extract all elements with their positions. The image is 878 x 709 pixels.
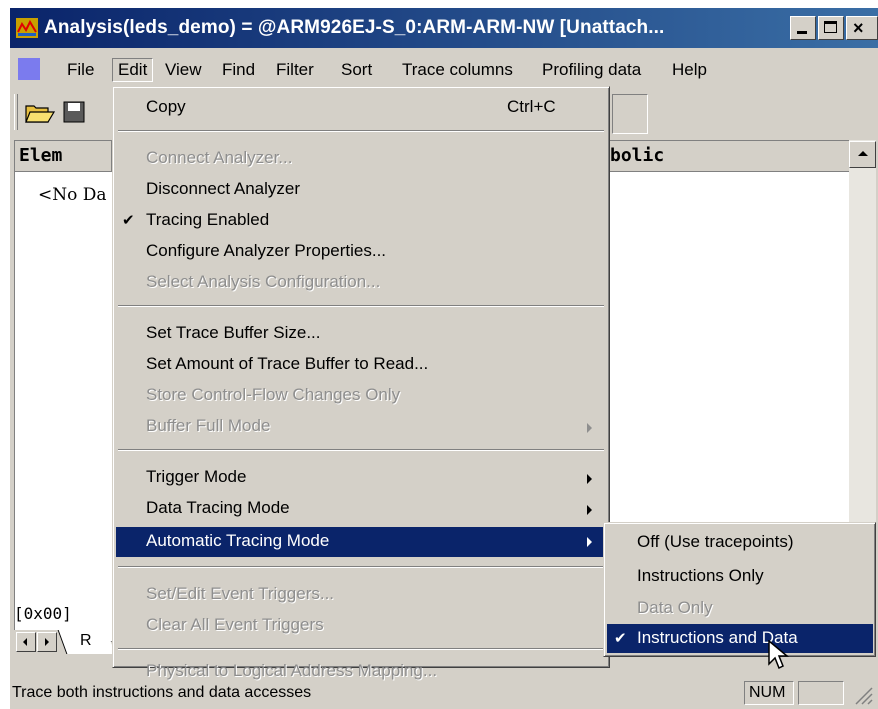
edit-menu: [112, 86, 610, 668]
maximize-button[interactable]: [818, 16, 844, 40]
arrow-left-icon: [23, 638, 27, 646]
menu-filter[interactable]: Filter: [276, 60, 314, 80]
menu-item-disconnect-analyzer[interactable]: Disconnect Analyzer: [146, 179, 300, 199]
menu-item-set-edit-triggers: Set/Edit Event Triggers...: [146, 584, 335, 603]
arrow-right-icon: [45, 638, 49, 646]
menu-help[interactable]: Help: [672, 60, 707, 80]
menu-item-data-tracing-mode[interactable]: Data Tracing Mode: [146, 498, 290, 518]
menu-item-tracing-enabled[interactable]: Tracing Enabled: [146, 210, 269, 230]
menu-find[interactable]: Find: [222, 60, 255, 80]
menu-item-store-control-flow: Store Control-Flow Changes Only: [146, 385, 401, 404]
menu-item-configure-properties[interactable]: Configure Analyzer Properties...: [146, 241, 386, 261]
menu-item-trigger-mode[interactable]: Trigger Mode: [146, 467, 246, 487]
status-pane-empty: [798, 681, 844, 705]
submenu-item-off[interactable]: Off (Use tracepoints): [637, 532, 794, 552]
toolbar-field[interactable]: [612, 94, 648, 134]
submenu-item-instructions-only[interactable]: Instructions Only: [637, 566, 764, 586]
menu-item-automatic-tracing-mode[interactable]: Automatic Tracing Mode: [146, 531, 329, 551]
save-button[interactable]: [58, 96, 92, 128]
open-folder-icon: [25, 105, 56, 123]
tab-r-label: R: [80, 632, 92, 649]
menu-separator: [118, 648, 604, 650]
address-label: [0x00]: [14, 604, 72, 623]
menu-item-buffer-full-mode: Buffer Full Mode: [146, 416, 271, 435]
num-lock-indicator: NUM: [744, 681, 794, 705]
resize-grip-icon[interactable]: [852, 684, 874, 706]
menu-item-set-buffer-size[interactable]: Set Trace Buffer Size...: [146, 323, 321, 343]
submenu-arrow-icon: [587, 537, 592, 547]
menu-item-set-amount[interactable]: Set Amount of Trace Buffer to Read...: [146, 354, 428, 374]
status-text: Trace both instructions and data accesse…: [12, 684, 312, 701]
menu-edit[interactable]: Edit: [112, 58, 154, 82]
checkmark-icon: ✔: [614, 630, 627, 647]
no-data-text: <No Da: [38, 185, 107, 205]
menu-view[interactable]: View: [165, 60, 202, 80]
minimize-icon: [797, 31, 807, 34]
checkmark-icon: ✔: [122, 212, 135, 229]
menu-file[interactable]: File: [67, 60, 94, 80]
menu-item-select-config: Select Analysis Configuration...: [146, 272, 381, 291]
close-icon: ×: [853, 18, 864, 38]
menu-separator: [118, 305, 604, 307]
menu-item-connect-analyzer: Connect Analyzer...: [146, 148, 293, 167]
menu-item-copy[interactable]: Copy: [146, 97, 186, 117]
menu-separator: [118, 449, 604, 451]
submenu-arrow-icon: [587, 505, 592, 515]
save-disk-icon: [63, 101, 85, 123]
app-icon: [16, 18, 38, 38]
submenu-arrow-icon: [587, 423, 592, 433]
column-header-elem[interactable]: Elem: [15, 141, 112, 172]
menu-sort[interactable]: Sort: [341, 60, 372, 80]
minimize-button[interactable]: [790, 16, 816, 40]
toolbar-grip: [14, 94, 18, 130]
menu-separator: [118, 130, 604, 132]
window-title: Analysis(leds_demo) = @ARM926EJ-S_0:ARM-…: [44, 17, 665, 38]
system-menu-icon[interactable]: [18, 58, 40, 80]
tab-scroll-right-button[interactable]: [37, 632, 57, 652]
submenu-item-data-only: Data Only: [637, 598, 713, 617]
tab-scroll-left-button[interactable]: [16, 632, 36, 652]
maximize-icon: [824, 21, 837, 33]
copy-shortcut: Ctrl+C: [507, 97, 556, 116]
arrow-up-icon: [858, 151, 868, 156]
menu-trace-columns[interactable]: Trace columns: [402, 60, 513, 80]
menu-profiling-data[interactable]: Profiling data: [542, 60, 641, 80]
menu-item-clear-triggers: Clear All Event Triggers: [146, 615, 324, 634]
submenu-arrow-icon: [587, 474, 592, 484]
menu-item-physical-to-logical: Physical to Logical Address Mapping...: [146, 661, 438, 680]
open-button[interactable]: [22, 96, 56, 128]
scroll-up-button[interactable]: [849, 141, 876, 168]
menu-separator: [118, 566, 604, 568]
close-button[interactable]: ×: [846, 16, 878, 40]
mouse-cursor-icon: [768, 640, 790, 670]
